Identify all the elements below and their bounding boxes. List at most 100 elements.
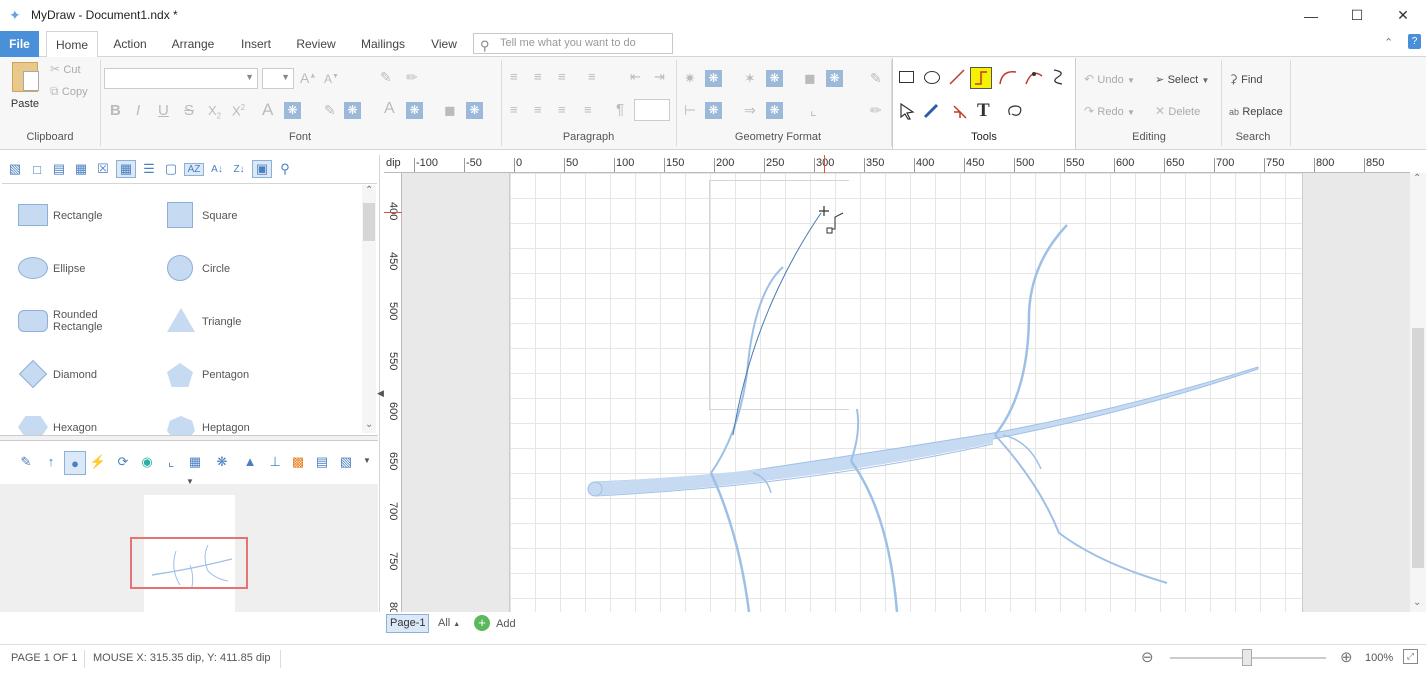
shape-item-square[interactable]: Square <box>167 196 337 240</box>
chevron-up-icon[interactable]: ⌃ <box>365 185 373 196</box>
gear-icon[interactable]: ❋ <box>826 70 843 87</box>
close-library-icon[interactable]: ☒ <box>94 161 112 177</box>
save-library-icon[interactable]: ▧ <box>6 161 24 177</box>
superscript-icon[interactable]: X2 <box>232 103 245 118</box>
shape-item-rect[interactable]: Rectangle <box>18 196 188 240</box>
paste-button[interactable]: Paste <box>6 60 44 112</box>
begin-arrow-icon[interactable]: ⊢ <box>684 102 696 119</box>
chevron-up-icon[interactable]: ⌃ <box>1413 173 1421 184</box>
arc-tool-icon[interactable] <box>998 68 1018 86</box>
sort-za-icon[interactable]: Z↓ <box>230 164 248 175</box>
fill-icon[interactable]: ✷ <box>684 70 696 87</box>
collapse-ribbon-icon[interactable]: ⌃ <box>1384 36 1393 49</box>
gear-icon[interactable]: ❋ <box>284 102 301 119</box>
tab-file[interactable]: File <box>0 31 39 57</box>
overview-viewport-frame[interactable] <box>130 537 248 589</box>
shadow-format-icon[interactable]: ◼ <box>804 70 816 87</box>
pointer-tool-icon[interactable] <box>899 102 915 120</box>
branch-middle[interactable] <box>849 460 899 612</box>
map-icon[interactable]: ▦ <box>187 454 203 470</box>
increase-indent-icon[interactable]: ⇥ <box>654 69 665 85</box>
canvas-vertical-scrollbar[interactable]: ⌃ ⌄ <box>1410 173 1426 612</box>
curve-tool-icon[interactable] <box>1024 68 1044 86</box>
eyedropper-icon[interactable]: ✎ <box>380 69 392 86</box>
library-book-icon[interactable]: ▣ <box>252 160 272 178</box>
gear-icon[interactable]: ❋ <box>466 102 483 119</box>
tab-review[interactable]: Review <box>290 31 342 57</box>
scrollbar-thumb[interactable] <box>363 203 375 241</box>
gear-icon[interactable]: ❋ <box>406 102 423 119</box>
subscript-icon[interactable]: X2 <box>208 103 221 121</box>
more-dropdown-icon[interactable]: ▼ <box>362 456 372 465</box>
line-spacing-dropdown[interactable] <box>634 99 670 121</box>
tab-arrange[interactable]: Arrange <box>164 31 222 57</box>
search-input[interactable]: ⚲ Tell me what you want to do <box>473 33 673 54</box>
text-tool-icon[interactable]: T <box>977 100 990 122</box>
gear-icon[interactable]: ❋ <box>766 70 783 87</box>
branch-right-up[interactable] <box>994 224 1068 436</box>
sort-down-icon[interactable]: A↓ <box>208 164 226 175</box>
find-button[interactable]: ⚳ Find <box>1229 72 1263 86</box>
lasso-tool-icon[interactable] <box>1006 103 1024 119</box>
copy-button[interactable]: ⧉ Copy <box>50 84 88 100</box>
align-left-icon[interactable]: ≡ <box>510 102 518 117</box>
tree-icon[interactable]: ▲ <box>242 454 258 469</box>
edit-icon[interactable]: ✎ <box>18 454 34 470</box>
align-middle-icon[interactable]: ≡ <box>534 69 542 84</box>
shape-item-triangle[interactable]: Triangle <box>167 302 337 346</box>
tab-view[interactable]: View <box>424 31 464 57</box>
zoom-in-icon[interactable]: ⊕ <box>1340 648 1353 666</box>
corner-icon[interactable]: ⌞ <box>810 102 817 119</box>
shapes-scrollbar[interactable]: ⌃ ⌄ <box>362 185 376 433</box>
gear-icon[interactable]: ❋ <box>705 70 722 87</box>
grid-view-icon[interactable]: ▦ <box>116 160 136 178</box>
search-shapes-icon[interactable]: ⚲ <box>276 161 294 177</box>
font-family-dropdown[interactable]: ▼ <box>104 68 258 89</box>
shape-item-pentagon[interactable]: Pentagon <box>167 355 337 399</box>
branch-left-dark[interactable] <box>732 212 822 436</box>
font-size-dropdown[interactable]: ▼ <box>262 68 294 89</box>
stem-end-cap[interactable] <box>587 481 603 497</box>
zoom-slider-thumb[interactable] <box>1242 649 1252 666</box>
shape-item-circle[interactable]: Circle <box>167 249 337 293</box>
help-icon[interactable]: ? <box>1408 34 1421 49</box>
fit-page-icon[interactable]: ⤢ <box>1403 649 1418 664</box>
basic-shapes-icon[interactable]: ● <box>64 451 86 475</box>
delete-button[interactable]: ✕ Delete <box>1155 104 1200 118</box>
grow-font-icon[interactable]: A▲ <box>300 70 316 86</box>
strikethrough-icon[interactable]: S <box>184 102 194 119</box>
page-tab-1[interactable]: Page-1 <box>386 614 430 633</box>
freeform-tool-icon[interactable] <box>1050 68 1068 86</box>
undo-button[interactable]: ↶ Undo ▼ <box>1084 72 1135 86</box>
gear-icon[interactable]: ❋ <box>766 102 783 119</box>
arrow-up-icon[interactable]: ↑ <box>43 454 59 469</box>
save-as-library-icon[interactable]: ▦ <box>72 161 90 177</box>
line-tool-icon[interactable] <box>948 68 966 86</box>
list-view-icon[interactable]: ☰ <box>140 161 158 177</box>
branch-left-lower[interactable] <box>709 472 751 612</box>
bold-icon[interactable]: B <box>110 102 121 119</box>
branch-middle-tip[interactable] <box>850 408 860 462</box>
timeline-icon[interactable]: ⊥ <box>267 454 283 470</box>
text-effect-icon[interactable]: A <box>384 100 395 118</box>
tab-mailings[interactable]: Mailings <box>352 31 414 57</box>
connection-point-tool-icon[interactable] <box>950 102 970 122</box>
gear-icon[interactable]: ❋ <box>344 102 361 119</box>
format-painter-icon[interactable]: ✏ <box>406 69 418 86</box>
tab-action[interactable]: Action <box>106 31 154 57</box>
paragraph-icon[interactable]: ¶ <box>616 101 624 118</box>
shape-item-ellipse[interactable]: Ellipse <box>18 249 188 293</box>
end-arrow-icon[interactable]: ⇒ <box>744 102 756 119</box>
zoom-out-icon[interactable]: ⊖ <box>1141 648 1154 666</box>
minimize-button[interactable]: — <box>1288 0 1334 31</box>
justify-icon[interactable]: ≡ <box>584 102 592 117</box>
align-top-icon[interactable]: ≡ <box>510 69 518 84</box>
rectangle-tool-icon[interactable] <box>899 71 914 83</box>
font-color-icon[interactable]: A <box>262 100 273 120</box>
add-page-button[interactable]: + Add <box>474 615 516 631</box>
bullet-list-icon[interactable]: ≡ <box>588 69 596 84</box>
icon-view-icon[interactable]: ▢ <box>162 161 180 177</box>
shape-item-diamond[interactable]: Diamond <box>18 355 188 399</box>
collapse-left-panel-icon[interactable]: ◀ <box>377 388 384 399</box>
format-brush-icon[interactable]: ✏ <box>870 102 882 119</box>
